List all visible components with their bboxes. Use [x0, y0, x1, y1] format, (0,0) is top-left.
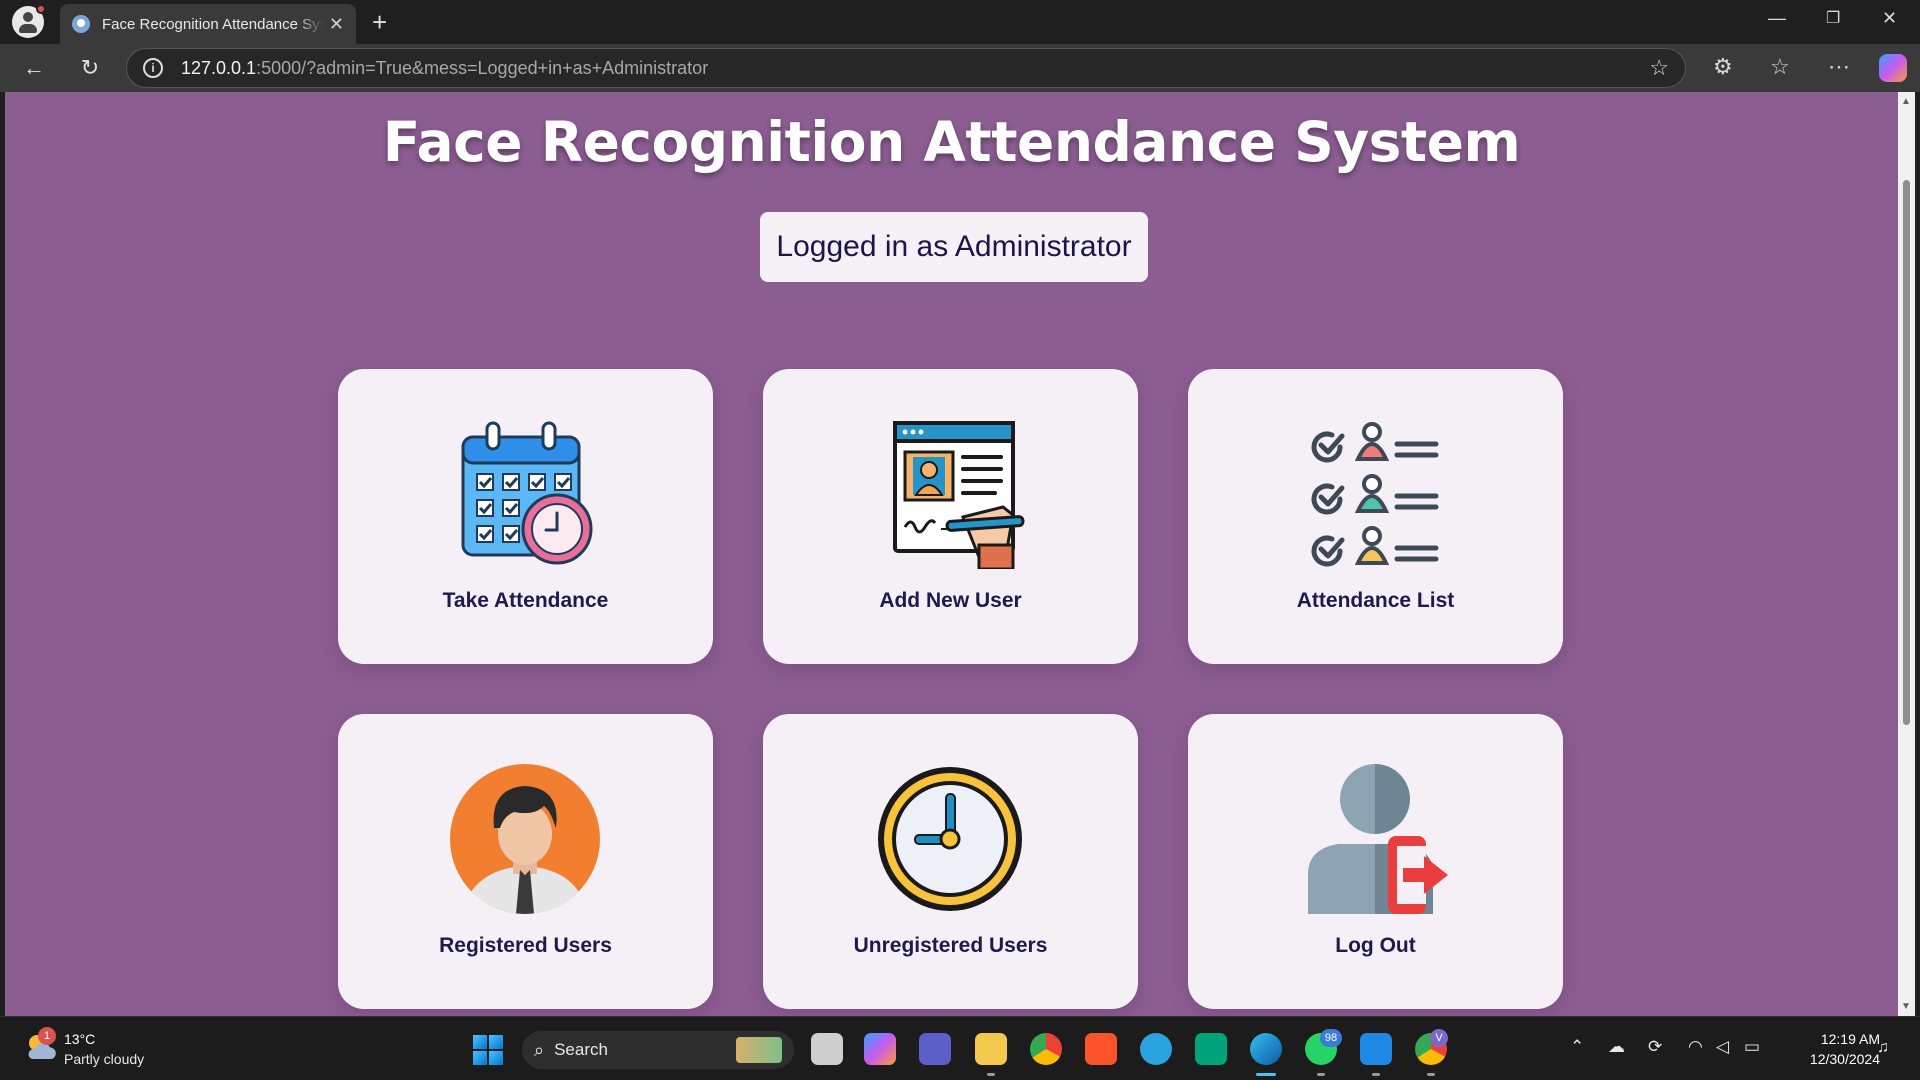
- clock-icon: [878, 767, 1022, 911]
- teams-icon[interactable]: [919, 1033, 951, 1065]
- logout-icon: [1308, 764, 1448, 914]
- edge-icon[interactable]: [1250, 1033, 1282, 1065]
- show-hidden-icons-chevron-icon[interactable]: ⌃: [1570, 1037, 1584, 1057]
- url-path: :5000/?admin=True&mess=Logged+in+as+Admi…: [256, 57, 709, 78]
- card-label: Take Attendance: [442, 589, 609, 612]
- browser-toolbar: ← ↻ i 127.0.0.1 :5000/?admin=True&mess=L…: [0, 44, 1920, 92]
- running-indicator: [987, 1073, 995, 1076]
- more-options-icon[interactable]: ⋯: [1828, 54, 1850, 80]
- window-close-icon[interactable]: ✕: [1882, 8, 1897, 29]
- scroll-up-icon[interactable]: ▲: [1901, 96, 1911, 107]
- card-label: Attendance List: [1296, 589, 1455, 612]
- card-label: Registered Users: [439, 934, 612, 957]
- page-viewport: Face Recognition Attendance System Logge…: [5, 92, 1898, 1016]
- notification-bell-icon[interactable]: ♫: [1877, 1039, 1889, 1057]
- active-indicator: [1256, 1073, 1276, 1076]
- new-tab-button[interactable]: +: [372, 7, 387, 37]
- chrome-profile-badge: V: [1430, 1029, 1448, 1047]
- brave-icon[interactable]: [1085, 1033, 1117, 1065]
- browser-tab[interactable]: Face Recognition Attendance System ✕: [60, 4, 356, 44]
- file-explorer-icon[interactable]: [975, 1033, 1007, 1065]
- running-indicator: [1317, 1073, 1325, 1076]
- tab-title: Face Recognition Attendance System: [102, 15, 323, 33]
- onedrive-icon[interactable]: ☁: [1608, 1037, 1625, 1057]
- whatsapp-badge: 98: [1320, 1029, 1342, 1047]
- google-meet-icon[interactable]: [1195, 1033, 1227, 1065]
- weather-temperature[interactable]: 13°C: [64, 1031, 95, 1047]
- windows-start-icon[interactable]: [473, 1035, 503, 1065]
- checklist-users-icon: [1311, 422, 1439, 567]
- running-indicator: [1427, 1073, 1435, 1076]
- site-info-icon[interactable]: i: [143, 58, 163, 78]
- scroll-down-icon[interactable]: ▼: [1901, 1001, 1911, 1012]
- page-scrollbar[interactable]: ▲ ▼: [1898, 92, 1915, 1016]
- profile-avatar-icon[interactable]: [12, 4, 46, 38]
- take-attendance-card[interactable]: Take Attendance: [338, 369, 713, 664]
- unregistered-users-card[interactable]: Unregistered Users: [763, 714, 1138, 1009]
- clock-time[interactable]: 12:19 AM: [1790, 1031, 1880, 1047]
- search-placeholder: Search: [554, 1040, 608, 1059]
- add-new-user-card[interactable]: Add New User: [763, 369, 1138, 664]
- copilot-app-icon[interactable]: [864, 1033, 896, 1065]
- volume-icon[interactable]: ◁: [1716, 1037, 1729, 1057]
- search-highlight-icon: [736, 1037, 782, 1063]
- login-status-message: Logged in as Administrator: [760, 212, 1148, 282]
- reload-icon[interactable]: ↻: [74, 52, 106, 84]
- vscode-icon[interactable]: [1360, 1033, 1392, 1065]
- restore-icon[interactable]: ❐: [1826, 8, 1840, 28]
- browser-tab-strip: Face Recognition Attendance System ✕ + —…: [0, 0, 1920, 44]
- telegram-icon[interactable]: [1140, 1033, 1172, 1065]
- search-icon: ⌕: [534, 1039, 545, 1060]
- minimize-icon[interactable]: —: [1768, 8, 1786, 29]
- task-view-icon[interactable]: [811, 1033, 843, 1065]
- clock-date[interactable]: 12/30/2024: [1780, 1051, 1880, 1067]
- address-bar[interactable]: i 127.0.0.1 :5000/?admin=True&mess=Logge…: [126, 48, 1686, 88]
- favorite-star-icon[interactable]: ☆: [1649, 55, 1669, 81]
- running-indicator: [1372, 1073, 1380, 1076]
- windows-taskbar: 1 13°C Partly cloudy ⌕ Search 98 V ⌃ ☁ ⟳…: [0, 1016, 1920, 1080]
- weather-description[interactable]: Partly cloudy: [64, 1051, 144, 1067]
- chrome-icon[interactable]: [1030, 1033, 1062, 1065]
- page-title: Face Recognition Attendance System: [382, 110, 1521, 174]
- taskbar-search[interactable]: ⌕ Search: [522, 1031, 794, 1069]
- tab-close-icon[interactable]: ✕: [329, 14, 344, 35]
- card-label: Log Out: [1335, 934, 1416, 957]
- favorites-icon[interactable]: ☆: [1770, 54, 1790, 80]
- user-avatar-icon: [450, 764, 600, 914]
- log-out-card[interactable]: Log Out: [1188, 714, 1563, 1009]
- calendar-clock-icon: [461, 421, 593, 565]
- weather-badge: 1: [38, 1027, 56, 1045]
- register-document-icon: [893, 421, 1025, 569]
- site-favicon-icon: [72, 15, 90, 33]
- url-host: 127.0.0.1: [181, 57, 257, 78]
- extensions-icon[interactable]: ⚙: [1713, 54, 1733, 80]
- card-label: Unregistered Users: [853, 934, 1048, 957]
- attendance-list-card[interactable]: Attendance List: [1188, 369, 1563, 664]
- registered-users-card[interactable]: Registered Users: [338, 714, 713, 1009]
- scrollbar-thumb[interactable]: [1903, 180, 1910, 725]
- copilot-icon[interactable]: [1879, 54, 1907, 82]
- wifi-icon[interactable]: ◠: [1688, 1037, 1703, 1057]
- sync-icon[interactable]: ⟳: [1648, 1037, 1662, 1057]
- battery-icon[interactable]: ▭: [1744, 1037, 1760, 1057]
- back-arrow-icon[interactable]: ←: [18, 52, 50, 84]
- card-label: Add New User: [879, 589, 1022, 612]
